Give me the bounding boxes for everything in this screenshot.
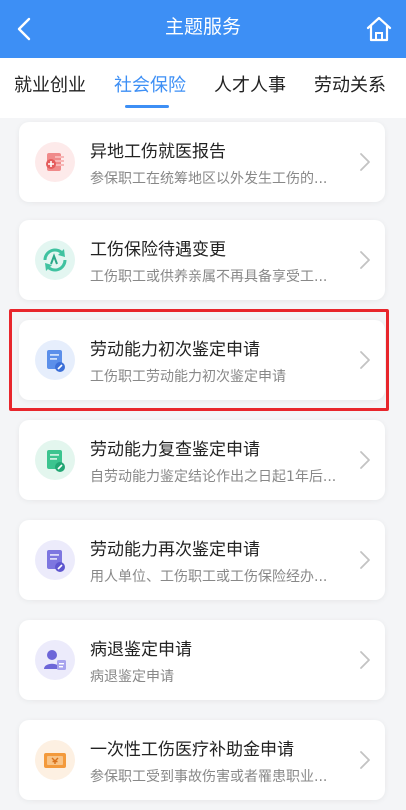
person-document-icon	[35, 640, 75, 680]
item-description: 参保职工在统筹地区以外发生工伤的...	[90, 171, 328, 187]
item-title: 劳动能力复查鉴定申请	[90, 440, 260, 460]
active-tab-indicator	[125, 105, 169, 108]
item-title: 病退鉴定申请	[90, 640, 192, 660]
item-title: 工伤保险待遇变更	[90, 240, 226, 260]
document-edit-icon	[35, 540, 75, 580]
medical-report-icon	[35, 142, 75, 182]
page-title: 主题服务	[164, 16, 241, 38]
list-item[interactable]: 病退鉴定申请 病退鉴定申请	[19, 620, 385, 700]
item-title: 一次性工伤医疗补助金申请	[90, 740, 294, 760]
tab-social-insurance[interactable]: 社会保险	[114, 58, 186, 118]
money-payment-icon	[35, 740, 75, 780]
top-bar: 主题服务	[0, 0, 406, 58]
chevron-right-icon	[360, 153, 370, 171]
highlight-box	[9, 309, 389, 411]
chevron-right-icon	[360, 451, 370, 469]
item-description: 自劳动能力鉴定结论作出之日起1年后...	[90, 469, 337, 485]
tab-talent-personnel[interactable]: 人才人事	[214, 58, 286, 118]
list-item[interactable]: 劳动能力复查鉴定申请 自劳动能力鉴定结论作出之日起1年后...	[19, 420, 385, 500]
list-item[interactable]: 劳动能力再次鉴定申请 用人单位、工伤职工或工伤保险经办...	[19, 520, 385, 600]
chevron-right-icon	[360, 651, 370, 669]
item-description: 用人单位、工伤职工或工伤保险经办...	[90, 569, 328, 585]
refresh-change-icon	[35, 240, 75, 280]
item-title: 劳动能力再次鉴定申请	[90, 540, 260, 560]
document-edit-icon	[35, 440, 75, 480]
list-item[interactable]: 工伤保险待遇变更 工伤职工或供养亲属不再具备享受工...	[19, 220, 385, 300]
category-tabs: 就业创业 社会保险 人才人事 劳动关系	[0, 58, 406, 118]
chevron-right-icon	[360, 551, 370, 569]
list-item[interactable]: 一次性工伤医疗补助金申请 参保职工受到事故伤害或者罹患职业...	[19, 720, 385, 800]
home-icon[interactable]	[364, 14, 394, 44]
item-description: 病退鉴定申请	[90, 669, 174, 685]
tab-employment[interactable]: 就业创业	[14, 58, 86, 118]
item-title: 异地工伤就医报告	[90, 142, 226, 162]
item-description: 工伤职工或供养亲属不再具备享受工...	[90, 269, 328, 285]
tab-labor-relations[interactable]: 劳动关系	[314, 58, 386, 118]
list-item[interactable]: 异地工伤就医报告 参保职工在统筹地区以外发生工伤的...	[19, 122, 385, 202]
item-description: 参保职工受到事故伤害或者罹患职业...	[90, 769, 328, 785]
chevron-right-icon	[360, 251, 370, 269]
chevron-right-icon	[360, 751, 370, 769]
